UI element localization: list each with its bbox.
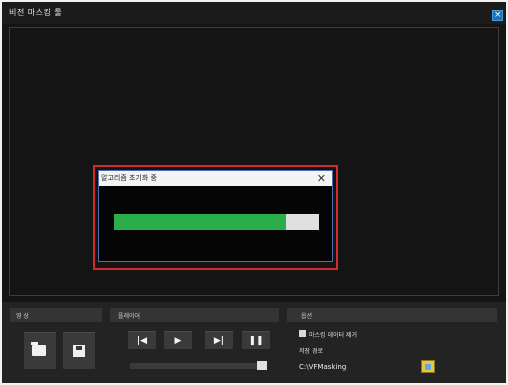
- close-icon: ×: [494, 10, 502, 20]
- pause-button[interactable]: ❚❚: [242, 331, 270, 349]
- previous-button[interactable]: |◀: [128, 331, 156, 349]
- option-panel-label: 옵션: [301, 313, 313, 320]
- option-panel-header: 옵션: [287, 308, 497, 322]
- window-close-button[interactable]: ×: [492, 10, 503, 21]
- playback-panel-header: 플레이어: [110, 308, 279, 322]
- browse-folder-icon[interactable]: [421, 360, 435, 373]
- video-panel-label: 영 상: [16, 313, 29, 320]
- initialization-dialog: 알고리즘 초기화 중 ✕: [98, 170, 333, 262]
- remove-masking-checkbox[interactable]: [299, 330, 306, 337]
- seek-slider-handle[interactable]: [257, 361, 267, 370]
- play-button[interactable]: ▶: [164, 331, 192, 349]
- open-folder-button[interactable]: [24, 332, 56, 369]
- dialog-title-bar: 알고리즘 초기화 중 ✕: [99, 171, 332, 186]
- dialog-title: 알고리즘 초기화 중: [101, 174, 157, 182]
- progress-bar: [114, 214, 319, 230]
- seek-slider-track[interactable]: [130, 363, 267, 369]
- remove-masking-label: 마스킹 데이터 제거: [309, 332, 357, 339]
- save-button[interactable]: [63, 332, 95, 369]
- next-button[interactable]: ▶|: [205, 331, 233, 349]
- folder-icon: [31, 342, 46, 356]
- dialog-close-icon[interactable]: ✕: [317, 171, 326, 186]
- playback-panel-label: 플레이어: [118, 313, 141, 320]
- window-title: 비전 마스킹 툴: [9, 8, 63, 17]
- save-path-label: 저장 경로: [299, 348, 323, 355]
- progress-bar-fill: [114, 214, 287, 230]
- save-path-value: C:\VFMasking: [299, 363, 347, 371]
- title-bar: 비전 마스킹 툴 ×: [2, 2, 506, 24]
- video-panel-header: 영 상: [10, 308, 102, 322]
- save-icon: [73, 345, 85, 357]
